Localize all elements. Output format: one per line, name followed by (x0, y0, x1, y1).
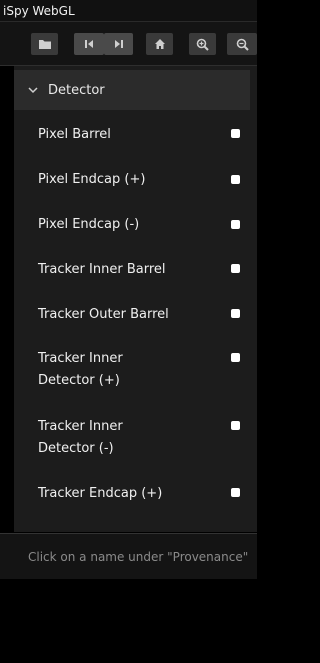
visibility-checkbox[interactable] (231, 220, 240, 229)
visibility-checkbox[interactable] (231, 264, 240, 273)
tree-item-label: Pixel Endcap (-) (38, 217, 140, 232)
first-event-button[interactable] (74, 33, 104, 55)
toolbar (0, 22, 257, 66)
visibility-checkbox[interactable] (231, 175, 240, 184)
zoom-out-button[interactable] (227, 33, 257, 55)
visibility-checkbox[interactable] (231, 129, 240, 138)
tree-item-label: Pixel Barrel (38, 127, 111, 142)
detector-section-header[interactable]: Detector (14, 70, 250, 110)
tree-item-label: Tracker Outer Barrel (38, 307, 169, 322)
home-button[interactable] (146, 33, 173, 55)
open-button[interactable] (31, 33, 58, 55)
tree-item-label: Tracker Inner Detector (-) (38, 419, 123, 456)
open-folder-icon (38, 39, 51, 49)
first-event-icon (85, 40, 93, 48)
chevron-down-icon (28, 87, 38, 94)
detector-section-label: Detector (48, 82, 105, 98)
tree-item-label: Tracker Endcap (+) (38, 486, 163, 501)
visibility-checkbox[interactable] (231, 309, 240, 318)
tree-item-label: Tracker Inner Barrel (38, 262, 166, 277)
zoom-out-icon (236, 38, 249, 51)
visibility-checkbox[interactable] (231, 421, 240, 430)
provenance-hint: Click on a name under "Provenance" (0, 533, 257, 579)
next-event-button[interactable] (104, 33, 133, 55)
tree-item-label: Tracker Inner Detector (+) (38, 351, 123, 388)
next-event-icon (114, 40, 123, 48)
zoom-in-button[interactable] (189, 33, 216, 55)
app-title: iSpy WebGL (0, 0, 257, 22)
zoom-in-icon (196, 38, 209, 51)
visibility-checkbox[interactable] (231, 488, 240, 497)
home-icon (154, 39, 165, 49)
visibility-checkbox[interactable] (231, 353, 240, 362)
tree-item-label: Pixel Endcap (+) (38, 172, 146, 187)
